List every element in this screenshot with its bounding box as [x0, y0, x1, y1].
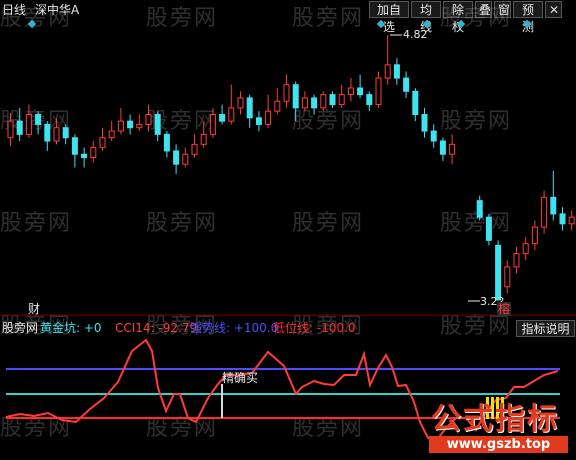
- candle-body: [154, 114, 161, 135]
- candle-body: [53, 127, 60, 142]
- candle-body: [44, 123, 51, 142]
- candle-body: [108, 130, 115, 139]
- candlestick-chart[interactable]: [0, 0, 576, 460]
- candle-body: [485, 216, 492, 241]
- candle-body: [568, 216, 575, 225]
- candle-body: [403, 77, 410, 92]
- candle-body: [329, 94, 336, 106]
- candle-body: [209, 114, 216, 135]
- candle-body: [522, 243, 529, 255]
- candle-body: [430, 130, 437, 142]
- candle-body: [412, 90, 419, 115]
- candle-body: [237, 97, 244, 109]
- legend-cci: CCI14: -92.79: [115, 321, 198, 335]
- candle-group: [7, 34, 575, 302]
- candle-body: [531, 226, 538, 245]
- candle-body: [7, 120, 14, 139]
- candle-body: [228, 107, 235, 122]
- candle-body: [347, 87, 354, 96]
- brand-badge: 公式指标 www.gszb.top: [429, 394, 568, 454]
- indicator-help-button[interactable]: 指标说明: [516, 320, 575, 337]
- candle-body: [274, 100, 281, 112]
- brand-url: www.gszb.top: [429, 436, 568, 453]
- candle-body: [357, 87, 364, 96]
- candle-body: [127, 120, 134, 129]
- candle-body: [71, 137, 78, 155]
- candle-body: [495, 244, 502, 301]
- candle-body: [255, 117, 262, 125]
- candle-body: [550, 196, 557, 215]
- candle-body: [163, 133, 170, 152]
- candle-body: [136, 123, 143, 129]
- candle-body: [90, 147, 97, 159]
- candle-body: [200, 133, 207, 145]
- candle-body: [292, 84, 299, 109]
- candle-body: [338, 94, 345, 106]
- candle-body: [559, 213, 566, 225]
- candle-body: [283, 84, 290, 102]
- candle-body: [504, 266, 511, 288]
- candle-body: [117, 120, 124, 132]
- candle-body: [99, 137, 106, 149]
- candle-body: [366, 94, 373, 106]
- candle-body: [541, 196, 548, 228]
- candle-body: [35, 114, 42, 125]
- candle-body: [449, 143, 456, 155]
- candle-body: [145, 114, 152, 125]
- legend-golden-pit: 黄金坑: +0: [40, 321, 102, 335]
- legend-low-line: 低位线: -100.0: [273, 321, 356, 335]
- candle-body: [439, 140, 446, 155]
- candle-body: [182, 153, 189, 165]
- candle-body: [421, 114, 428, 132]
- candle-body: [265, 110, 272, 125]
- candle-body: [219, 114, 226, 122]
- legend-strong-line: 强势线: +100.0: [190, 321, 279, 335]
- candle-body: [246, 97, 253, 119]
- candle-body: [301, 97, 308, 109]
- candle-body: [384, 64, 391, 79]
- chart-window: 日线 深中华A 加自选 均线 除权 叠 窗 预测 ✕ 股旁网 股旁网 股旁网 股…: [0, 0, 576, 460]
- rong-marker[interactable]: 榕: [497, 302, 512, 316]
- finance-marker[interactable]: 财: [28, 302, 40, 316]
- candle-body: [311, 97, 318, 109]
- brand-name: 公式指标: [431, 402, 559, 437]
- legend-site: 股旁网: [2, 321, 39, 335]
- candle-body: [16, 120, 23, 135]
- candle-body: [62, 127, 69, 139]
- candle-body: [81, 153, 88, 159]
- candle-body: [393, 64, 400, 79]
- precise-buy-label: 精确买: [222, 371, 259, 385]
- candle-body: [191, 143, 198, 155]
- candle-body: [173, 150, 180, 165]
- candle-body: [320, 94, 327, 109]
- high-price-label: 4.82: [403, 28, 428, 41]
- candle-body: [476, 200, 483, 218]
- candle-body: [375, 77, 382, 106]
- candle-body: [513, 253, 520, 268]
- candle-body: [25, 114, 32, 135]
